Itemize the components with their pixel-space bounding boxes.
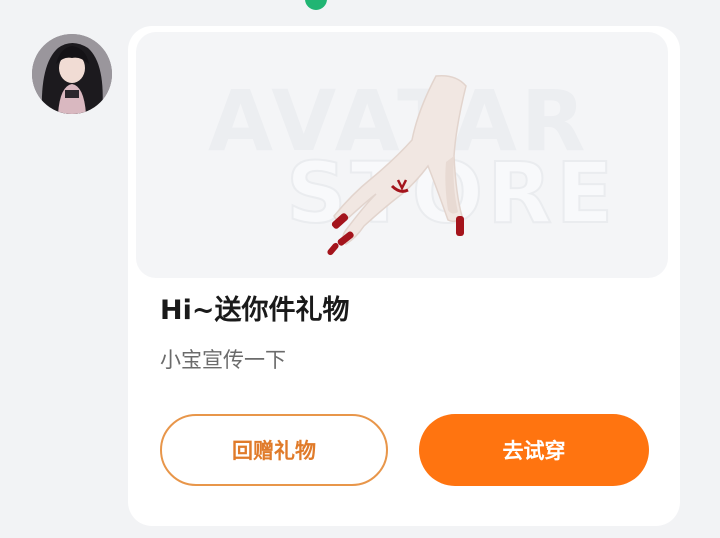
gift-card: AVATAR STORE Hi~送你件礼物 小宝宣传一下 回赠礼物 去试穿 bbox=[128, 26, 680, 526]
online-status-dot bbox=[305, 0, 327, 10]
return-gift-button[interactable]: 回赠礼物 bbox=[160, 414, 388, 486]
gift-title: Hi~送你件礼物 bbox=[160, 295, 350, 326]
gift-banner: AVATAR STORE bbox=[136, 32, 668, 278]
hand-with-red-nails-icon bbox=[327, 74, 467, 256]
gift-subtitle: 小宝宣传一下 bbox=[160, 348, 286, 372]
avatar-photo bbox=[32, 34, 112, 114]
avatar[interactable] bbox=[32, 34, 112, 114]
try-on-button[interactable]: 去试穿 bbox=[419, 414, 649, 486]
